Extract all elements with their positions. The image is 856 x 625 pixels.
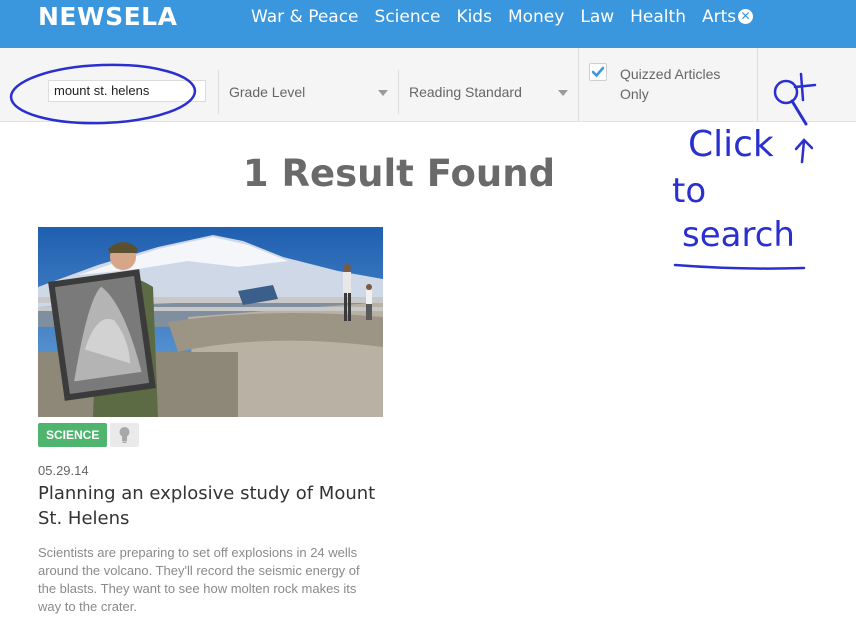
results-count-heading: 1 Result Found [242, 152, 556, 195]
nav-item-kids[interactable]: Kids [456, 7, 492, 27]
arrow-up-icon [794, 138, 814, 164]
article-summary: Scientists are preparing to set off expl… [38, 545, 360, 614]
top-nav-bar: NEWSELA War & Peace Science Kids Money L… [0, 0, 856, 48]
category-nav: War & Peace Science Kids Money Law Healt… [251, 7, 752, 27]
search-input[interactable] [48, 80, 206, 102]
nav-item-health[interactable]: Health [630, 7, 686, 27]
chevron-down-icon[interactable] [378, 90, 388, 96]
quizzed-only-checkbox[interactable] [589, 63, 607, 81]
nav-item-law[interactable]: Law [580, 7, 614, 27]
reading-standard-select[interactable]: Reading Standard [409, 84, 522, 100]
filter-divider [218, 70, 219, 114]
nav-item-war-peace[interactable]: War & Peace [251, 7, 359, 27]
annotation-underline [673, 263, 806, 270]
article-headline[interactable]: Planning an explosive study of Mount St.… [38, 481, 388, 531]
nav-item-money[interactable]: Money [508, 7, 564, 27]
filter-divider [398, 70, 399, 114]
filter-divider [578, 48, 579, 121]
lightbulb-icon[interactable] [110, 423, 139, 447]
article-date: 05.29.14 [38, 463, 89, 478]
chevron-down-icon[interactable] [558, 90, 568, 96]
filter-divider [757, 48, 758, 121]
nav-item-science[interactable]: Science [375, 7, 441, 27]
quizzed-only-label[interactable]: Quizzed Articles Only [620, 64, 740, 104]
checkmark-icon [591, 66, 605, 78]
article-thumbnail[interactable] [38, 227, 383, 417]
nav-item-arts[interactable]: Arts [702, 7, 736, 27]
mount-st-helens-photo [38, 227, 383, 417]
grade-level-select[interactable]: Grade Level [229, 84, 305, 100]
category-tag-science[interactable]: SCIENCE [38, 423, 108, 447]
newsela-logo[interactable]: NEWSELA [38, 2, 177, 31]
close-icon[interactable]: ✕ [738, 9, 753, 24]
annotation-text-search: search [682, 215, 795, 255]
